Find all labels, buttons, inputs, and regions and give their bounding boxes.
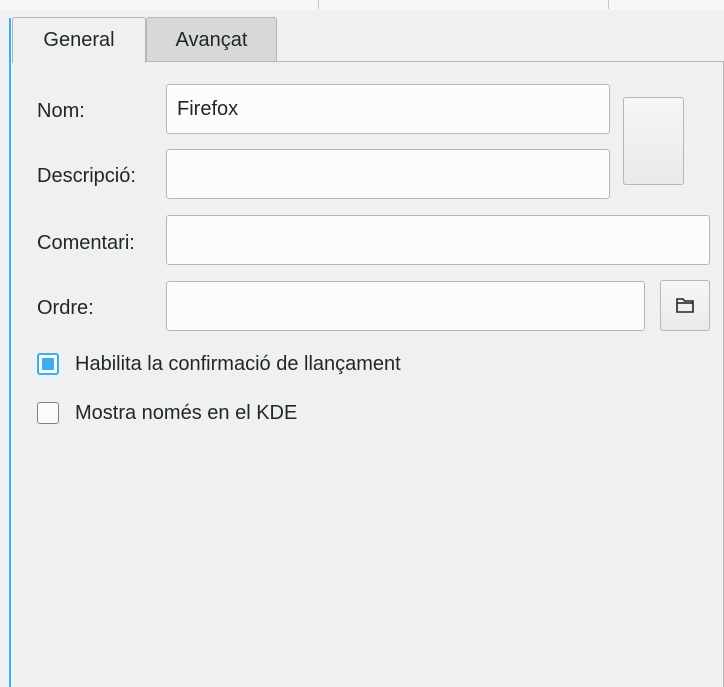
top-toolbar-strip — [0, 0, 724, 10]
command-label: Ordre: — [37, 297, 94, 319]
description-field[interactable] — [166, 149, 610, 199]
app-icon-button[interactable] — [623, 97, 684, 185]
launch-feedback-label[interactable]: Habilita la confirmació de llançament — [75, 352, 401, 376]
toolbar-separator — [608, 0, 609, 9]
toolbar-separator — [318, 0, 319, 9]
tab-advanced[interactable]: Avançat — [146, 17, 277, 62]
browse-command-button[interactable] — [660, 280, 710, 331]
checkbox-checked-mark — [42, 358, 54, 370]
command-field[interactable] — [166, 281, 645, 331]
comment-field[interactable] — [166, 215, 710, 265]
launch-feedback-checkbox[interactable] — [37, 353, 59, 375]
description-label: Descripció: — [37, 165, 136, 187]
tab-general[interactable]: General — [12, 17, 146, 63]
only-kde-checkbox[interactable] — [37, 402, 59, 424]
focus-indicator-line — [9, 18, 11, 687]
name-field[interactable] — [166, 84, 610, 134]
name-label: Nom: — [37, 100, 85, 122]
only-kde-label[interactable]: Mostra només en el KDE — [75, 401, 297, 425]
folder-icon — [676, 298, 694, 313]
comment-label: Comentari: — [37, 232, 135, 254]
